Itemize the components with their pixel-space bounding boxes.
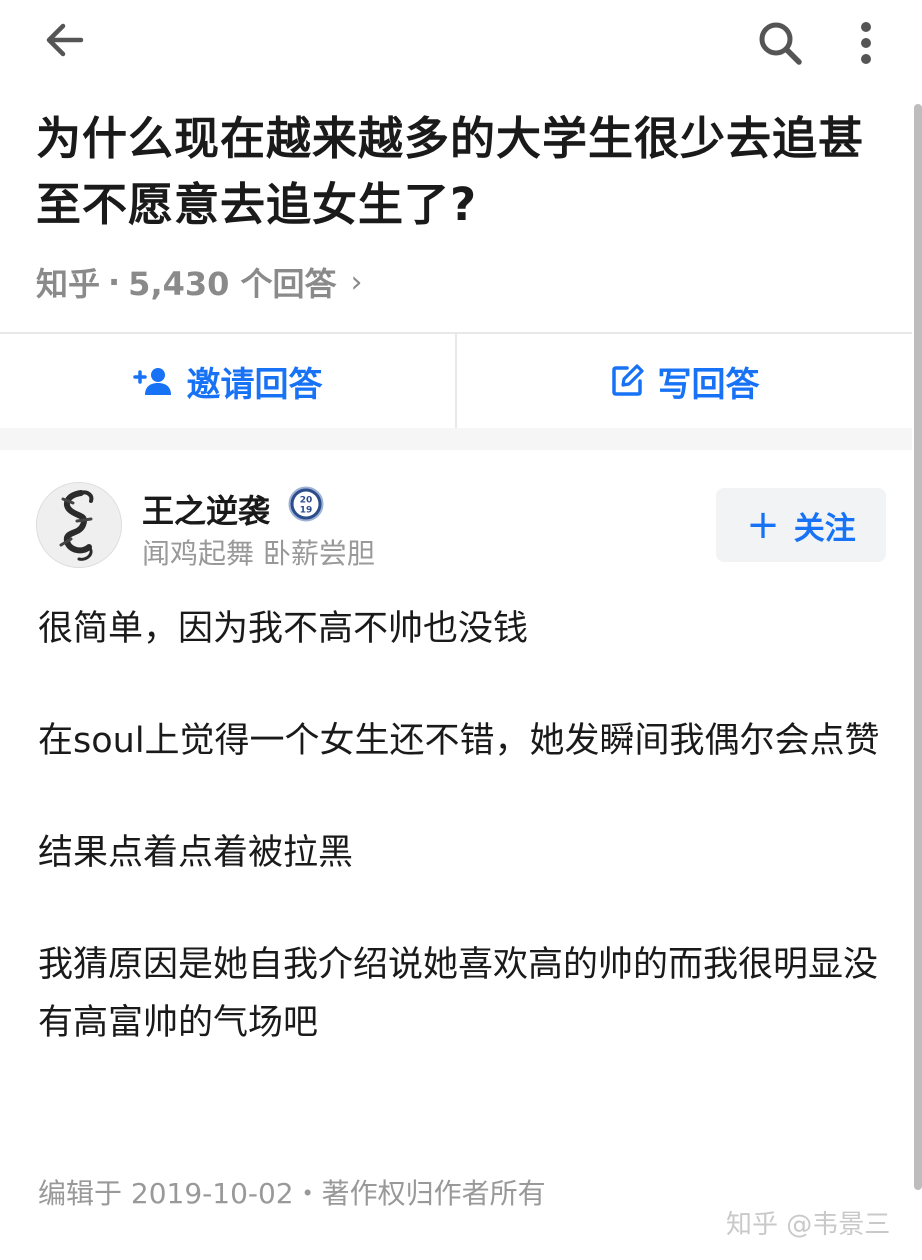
follow-button[interactable]: + 关注: [716, 488, 886, 562]
more-vertical-icon: [861, 22, 871, 64]
answer-paragraph: 在soul上觉得一个女生还不错，她发瞬间我偶尔会点赞: [38, 721, 880, 761]
source-label: 知乎: [36, 265, 101, 303]
avatar[interactable]: [36, 482, 122, 568]
chevron-right-icon: ›: [350, 264, 363, 300]
invite-answer-label: 邀请回答: [186, 364, 323, 405]
write-answer-button[interactable]: 写回答: [457, 334, 912, 428]
back-button[interactable]: [40, 18, 90, 62]
invite-answer-button[interactable]: 邀请回答: [0, 334, 455, 428]
search-icon: [759, 22, 802, 65]
search-button[interactable]: [752, 16, 808, 70]
top-bar: [0, 0, 922, 90]
meta-separator: ·: [108, 263, 121, 301]
answer-paragraph: 结果点着点着被拉黑: [38, 833, 354, 873]
author-bio: 闻鸡起舞 卧薪尝胆: [142, 537, 375, 570]
scrollbar[interactable]: [914, 104, 922, 1190]
answer-paragraph: 我猜原因是她自我介绍说她喜欢高的帅的而我很明显没有高富帅的气场吧: [38, 945, 879, 1043]
answer-count: 5,430 个回答: [128, 265, 337, 303]
follow-label: 关注: [793, 510, 856, 547]
watermark: 知乎 @韦景三: [726, 1210, 891, 1240]
write-answer-label: 写回答: [657, 364, 760, 405]
plus-icon: +: [746, 502, 780, 548]
question-meta[interactable]: 知乎 · 5,430 个回答 ›: [36, 256, 363, 308]
question-title: 为什么现在越来越多的大学生很少去追甚至不愿意去追女生了?: [36, 112, 865, 231]
edit-icon: [611, 364, 644, 396]
answer-actions: 邀请回答 写回答: [0, 334, 912, 428]
badge-year-top: 20: [300, 496, 313, 506]
answer-paragraph: 很简单，因为我不高不帅也没钱: [38, 609, 529, 649]
dragon-avatar-icon: [37, 483, 121, 567]
section-separator: [0, 428, 912, 450]
author-info: 王之逆袭 20 19 闻鸡起舞 卧薪尝胆 + 关注: [36, 480, 886, 572]
more-options-button[interactable]: [846, 16, 886, 70]
badge-year-bottom: 19: [300, 506, 313, 516]
arrow-left-icon: [46, 23, 84, 57]
answer-footer: 编辑于 2019-10-02・著作权归作者所有: [38, 1177, 546, 1210]
badge-icon: 20 19: [288, 486, 324, 522]
answer-content[interactable]: 很简单，因为我不高不帅也没钱 在soul上觉得一个女生还不错，她发瞬间我偶尔会点…: [38, 600, 888, 1106]
add-person-icon: [132, 368, 171, 395]
author-name[interactable]: 王之逆袭: [142, 486, 270, 532]
